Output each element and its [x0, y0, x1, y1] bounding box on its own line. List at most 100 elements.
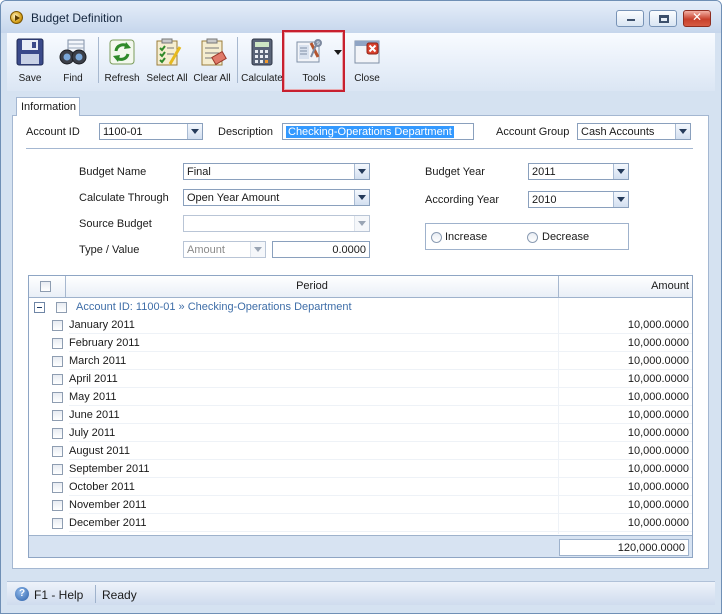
save-button[interactable]: Save — [7, 33, 53, 89]
maximize-button[interactable] — [649, 10, 677, 27]
account-group-combo[interactable]: Cash Accounts — [577, 123, 691, 140]
budget-name-label: Budget Name — [79, 166, 147, 178]
chevron-down-icon[interactable] — [354, 190, 369, 205]
select-all-checkbox[interactable] — [40, 281, 51, 292]
save-icon — [16, 38, 44, 66]
amount-column-header[interactable]: Amount — [559, 276, 689, 297]
clear-all-icon — [201, 38, 227, 66]
row-checkbox[interactable] — [52, 356, 63, 367]
refresh-button[interactable]: Refresh — [101, 33, 143, 89]
budget-year-combo[interactable]: 2011 — [528, 163, 629, 180]
amount-cell: 10,000.0000 — [627, 427, 689, 439]
table-row[interactable]: October 2011 10,000.0000 — [29, 478, 692, 496]
source-budget-combo[interactable] — [183, 215, 370, 232]
amount-cell: 10,000.0000 — [627, 337, 689, 349]
table-row[interactable]: September 2011 10,000.0000 — [29, 460, 692, 478]
app-icon — [10, 11, 23, 24]
amount-cell: 10,000.0000 — [627, 445, 689, 457]
refresh-icon — [109, 39, 135, 65]
collapse-icon[interactable] — [34, 302, 45, 313]
tools-highlight-box — [282, 30, 345, 92]
help-hint[interactable]: F1 - Help — [34, 588, 83, 602]
calculate-label: Calculate — [241, 73, 283, 84]
row-checkbox[interactable] — [52, 374, 63, 385]
table-row[interactable]: January 2011 10,000.0000 — [29, 316, 692, 334]
group-checkbox[interactable] — [56, 302, 67, 313]
table-row[interactable]: April 2011 10,000.0000 — [29, 370, 692, 388]
maximize-icon — [659, 15, 669, 23]
account-id-value: 1100-01 — [103, 126, 143, 138]
row-checkbox[interactable] — [52, 338, 63, 349]
chevron-down-icon[interactable] — [354, 164, 369, 179]
account-id-combo[interactable]: 1100-01 — [99, 123, 203, 140]
budget-definition-window: Budget Definition ✕ Save Find Refresh Se… — [0, 0, 722, 614]
period-column-header[interactable]: Period — [66, 276, 558, 297]
table-row[interactable]: December 2011 10,000.0000 — [29, 514, 692, 532]
find-button[interactable]: Find — [53, 33, 93, 89]
row-checkbox[interactable] — [52, 482, 63, 493]
according-year-combo[interactable]: 2010 — [528, 191, 629, 208]
clear-all-button[interactable]: Clear All — [190, 33, 234, 89]
window-title: Budget Definition — [31, 11, 123, 25]
table-row[interactable]: June 2011 10,000.0000 — [29, 406, 692, 424]
tab-information[interactable]: Information — [16, 97, 80, 116]
period-cell: November 2011 — [69, 499, 147, 511]
amount-cell: 10,000.0000 — [627, 391, 689, 403]
row-checkbox[interactable] — [52, 320, 63, 331]
period-cell: June 2011 — [69, 409, 120, 421]
chevron-down-icon[interactable] — [250, 242, 265, 257]
amount-total: 120,000.0000 — [559, 539, 689, 556]
chevron-down-icon[interactable] — [675, 124, 690, 139]
row-checkbox[interactable] — [52, 392, 63, 403]
status-bar: ? F1 - Help Ready — [7, 581, 715, 605]
row-checkbox[interactable] — [52, 500, 63, 511]
table-row[interactable]: February 2011 10,000.0000 — [29, 334, 692, 352]
row-checkbox[interactable] — [52, 446, 63, 457]
description-input[interactable]: Checking-Operations Department — [282, 123, 474, 140]
value-input[interactable]: 0.0000 — [272, 241, 370, 258]
minimize-button[interactable] — [616, 10, 644, 27]
row-checkbox[interactable] — [52, 518, 63, 529]
table-row[interactable]: July 2011 10,000.0000 — [29, 424, 692, 442]
account-id-label: Account ID — [26, 126, 80, 138]
chevron-down-icon[interactable] — [613, 164, 628, 179]
chevron-down-icon[interactable] — [187, 124, 202, 139]
increase-radio[interactable] — [431, 232, 442, 243]
type-combo[interactable]: Amount — [183, 241, 266, 258]
chevron-down-icon[interactable] — [354, 216, 369, 231]
help-icon[interactable]: ? — [15, 587, 29, 601]
close-button[interactable]: Close — [347, 33, 387, 89]
budget-name-combo[interactable]: Final — [183, 163, 370, 180]
type-value-label: Type / Value — [79, 244, 140, 256]
table-row[interactable]: March 2011 10,000.0000 — [29, 352, 692, 370]
row-checkbox[interactable] — [52, 464, 63, 475]
account-group-value: Cash Accounts — [581, 126, 655, 138]
calculate-button[interactable]: Calculate — [240, 33, 284, 89]
period-cell: January 2011 — [69, 319, 135, 331]
select-all-button[interactable]: Select All — [144, 33, 190, 89]
decrease-label[interactable]: Decrease — [542, 231, 589, 243]
amount-cell: 10,000.0000 — [627, 463, 689, 475]
chevron-down-icon[interactable] — [613, 192, 628, 207]
row-checkbox[interactable] — [52, 410, 63, 421]
title-bar: Budget Definition ✕ — [1, 1, 721, 33]
period-cell: July 2011 — [69, 427, 116, 439]
row-checkbox[interactable] — [52, 428, 63, 439]
amount-cell: 10,000.0000 — [627, 499, 689, 511]
table-row[interactable]: November 2011 10,000.0000 — [29, 496, 692, 514]
source-budget-label: Source Budget — [79, 218, 152, 230]
calculate-through-combo[interactable]: Open Year Amount — [183, 189, 370, 206]
close-window-button[interactable]: ✕ — [683, 10, 711, 27]
according-year-label: According Year — [425, 194, 499, 206]
increase-decrease-group: Increase Decrease — [425, 223, 629, 250]
table-row[interactable]: May 2011 10,000.0000 — [29, 388, 692, 406]
toolbar: Save Find Refresh Select All Clear All C… — [7, 33, 715, 91]
decrease-radio[interactable] — [527, 232, 538, 243]
table-row[interactable]: August 2011 10,000.0000 — [29, 442, 692, 460]
find-label: Find — [63, 73, 83, 84]
status-separator — [95, 585, 96, 603]
increase-label[interactable]: Increase — [445, 231, 487, 243]
toolbar-separator — [237, 37, 238, 83]
header-divider — [26, 148, 693, 149]
grid-header: Period Amount — [29, 276, 692, 298]
